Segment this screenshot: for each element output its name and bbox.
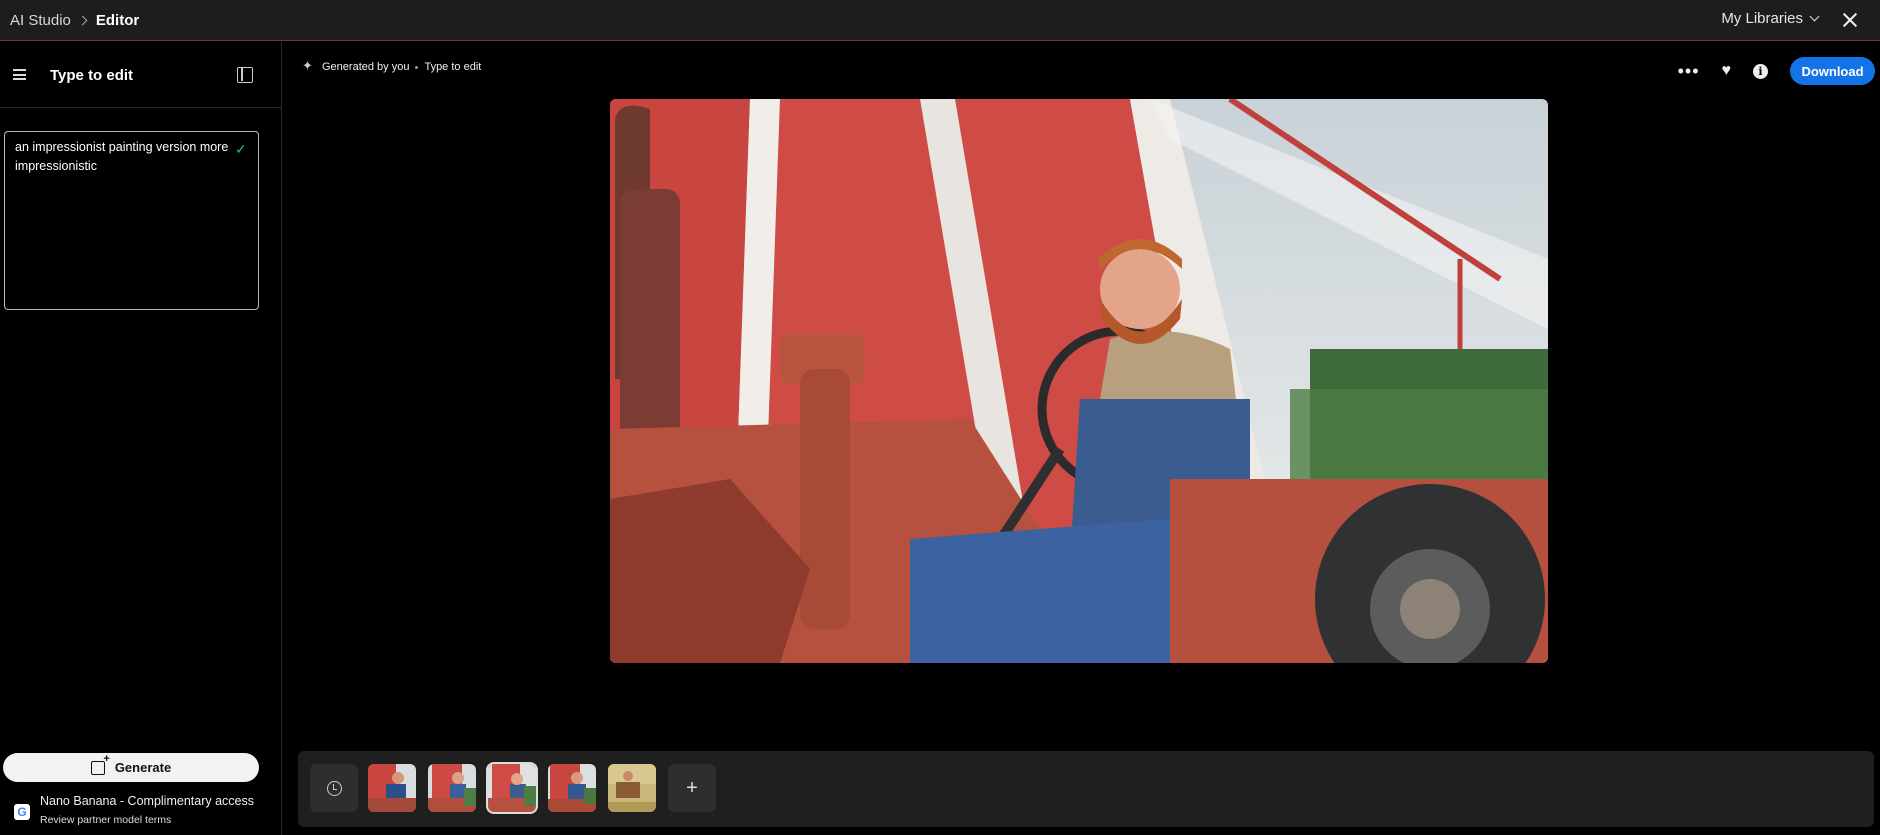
check-icon: ✓ — [235, 141, 247, 157]
breadcrumb-ai-studio[interactable]: AI Studio — [10, 12, 71, 29]
thumbnail-5[interactable] — [608, 764, 656, 812]
download-button[interactable]: Download — [1790, 57, 1875, 85]
generate-icon — [90, 753, 110, 775]
prompt-input[interactable]: an impressionist painting version more i… — [4, 131, 259, 310]
sparkle-icon — [302, 58, 316, 74]
sidebar-title: Type to edit — [50, 67, 134, 84]
chevron-down-icon — [1809, 11, 1820, 22]
sidebar-header: Type to edit — [0, 42, 281, 108]
generate-label: Generate — [114, 760, 172, 775]
model-terms-link[interactable]: Review partner model terms — [40, 814, 254, 826]
more-icon[interactable]: ••• — [1678, 61, 1700, 82]
hamburger-icon[interactable] — [13, 69, 26, 80]
chevron-right-icon — [77, 15, 88, 25]
generate-button[interactable]: Generate — [3, 753, 259, 782]
separator-dot — [415, 65, 419, 69]
info-icon[interactable]: i — [1753, 63, 1768, 79]
history-tray: + — [298, 751, 1874, 827]
heart-icon[interactable]: ♥ — [1722, 62, 1732, 80]
close-icon[interactable] — [1840, 10, 1860, 30]
model-info: G Nano Banana - Complimentary access Rev… — [14, 794, 254, 826]
model-name: Nano Banana - Complimentary access — [40, 794, 254, 808]
meta-mode: Type to edit — [424, 61, 482, 73]
thumbnail-4[interactable] — [548, 764, 596, 812]
top-bar: AI Studio Editor My Libraries — [0, 0, 1880, 41]
history-button[interactable] — [310, 764, 358, 812]
my-libraries-label: My Libraries — [1721, 10, 1803, 27]
canvas-actions: ••• ♥ i Download — [1678, 57, 1875, 85]
prompt-text: an impressionist painting version more i… — [15, 140, 229, 173]
generation-meta: Generated by you Type to edit — [302, 58, 482, 74]
google-icon: G — [14, 804, 30, 820]
meta-source: Generated by you — [322, 61, 410, 73]
breadcrumb-editor: Editor — [95, 11, 140, 29]
generated-image — [610, 99, 1548, 663]
history-icon — [326, 780, 342, 796]
thumbnail-1[interactable] — [368, 764, 416, 812]
sidebar: Type to edit an impressionist painting v… — [0, 42, 282, 835]
my-libraries-button[interactable]: My Libraries — [1721, 10, 1820, 27]
thumbnail-3-selected[interactable] — [486, 762, 538, 814]
panel-toggle-icon[interactable] — [237, 67, 253, 83]
add-icon[interactable]: + — [668, 764, 716, 812]
thumbnail-2[interactable] — [428, 764, 476, 812]
